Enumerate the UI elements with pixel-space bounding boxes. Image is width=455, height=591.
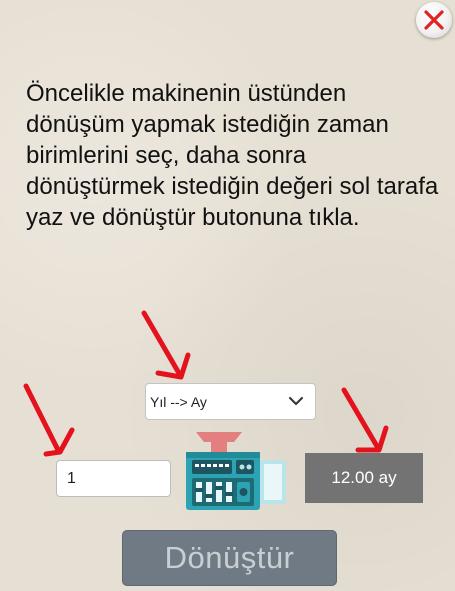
result-display: 12.00 ay (305, 453, 423, 503)
red-arrow-icon-input (23, 383, 75, 457)
red-arrow-icon-select (141, 310, 191, 380)
close-x-icon (424, 10, 444, 30)
red-arrow-icon-result (341, 387, 389, 453)
unit-select-value: Yıl --> Ay (150, 393, 207, 410)
result-value: 12.00 ay (331, 468, 397, 487)
value-input[interactable] (56, 460, 171, 497)
chevron-down-icon (289, 397, 303, 405)
unit-select[interactable]: Yıl --> Ay (145, 383, 316, 420)
close-button[interactable] (416, 2, 452, 38)
convert-button-label: Dönüştür (164, 540, 295, 575)
instructions-text: Öncelikle makinenin üstünden dönüşüm yap… (26, 80, 439, 231)
converter-machine-icon (186, 432, 286, 510)
convert-button[interactable]: Dönüştür (122, 530, 337, 586)
